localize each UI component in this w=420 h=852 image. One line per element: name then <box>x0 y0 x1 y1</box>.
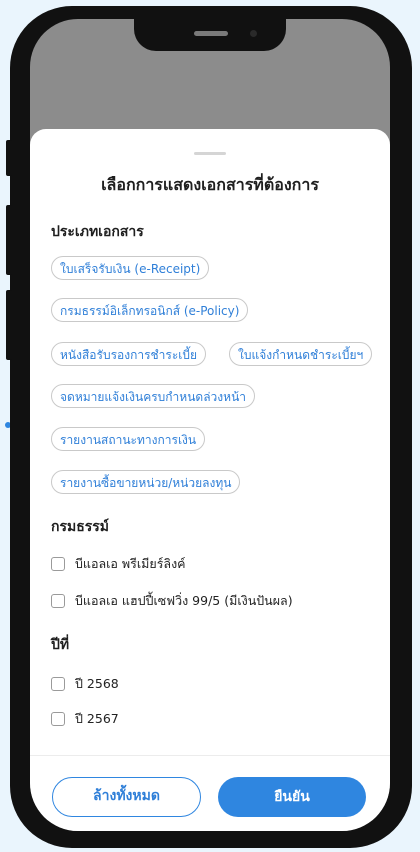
footer-divider <box>30 755 390 756</box>
camera-icon <box>250 30 257 37</box>
sheet-title: เลือกการแสดงเอกสารที่ต้องการ <box>101 175 319 194</box>
confirm-button[interactable]: ยืนยัน <box>218 777 366 817</box>
policy-label: บีแอลเอ แฮปปี้เซฟวิ่ง 99/5 (มีเงินปันผล) <box>75 593 293 608</box>
volume-down-button <box>6 290 12 360</box>
chip-maturity-notice[interactable]: จดหมายแจ้งเงินครบกำหนดล่วงหน้า <box>51 384 256 408</box>
chip-unit-trading-report[interactable]: รายงานซื้อขายหน่วย/หน่วยลงทุน <box>51 470 241 494</box>
filter-bottom-sheet: เลือกการแสดงเอกสารที่ต้องการ ประเภทเอกสา… <box>30 129 390 831</box>
chip-e-policy[interactable]: กรมธรรม์อิเล็กทรอนิกส์ (e-Policy) <box>51 298 249 322</box>
volume-up-button <box>6 205 12 275</box>
drag-handle[interactable] <box>194 152 226 155</box>
policy-label: บีแอลเอ พรีเมียร์ลิงค์ <box>75 556 186 571</box>
clear-all-button[interactable]: ล้างทั้งหมด <box>52 777 201 817</box>
policy-checkbox-premier-link[interactable]: บีแอลเอ พรีเมียร์ลิงค์ <box>51 554 186 574</box>
mute-switch <box>6 140 12 176</box>
checkbox[interactable] <box>51 712 65 726</box>
checkbox[interactable] <box>51 557 65 571</box>
chip-premium-certificate[interactable]: หนังสือรับรองการชำระเบี้ย <box>51 342 207 366</box>
year-label: ปี 2567 <box>75 711 119 726</box>
doc-type-section-title: ประเภทเอกสาร <box>51 224 144 240</box>
year-checkbox-2568[interactable]: ปี 2568 <box>51 674 119 694</box>
year-checkbox-2567[interactable]: ปี 2567 <box>51 709 119 729</box>
phone-screen: เลือกการแสดงเอกสารที่ต้องการ ประเภทเอกสา… <box>30 19 390 831</box>
notch <box>134 19 286 51</box>
checkbox[interactable] <box>51 677 65 691</box>
checkbox[interactable] <box>51 594 65 608</box>
speaker-grille <box>194 31 228 36</box>
chip-e-receipt[interactable]: ใบเสร็จรับเงิน (e-Receipt) <box>51 256 210 280</box>
chip-premium-due-notice[interactable]: ใบแจ้งกำหนดชำระเบี้ยฯ <box>229 342 373 366</box>
year-section-title: ปีที่ <box>51 637 70 653</box>
policy-section-title: กรมธรรม์ <box>51 519 110 535</box>
chip-financial-status-report[interactable]: รายงานสถานะทางการเงิน <box>51 427 206 451</box>
policy-checkbox-happy-saving[interactable]: บีแอลเอ แฮปปี้เซฟวิ่ง 99/5 (มีเงินปันผล) <box>51 591 293 611</box>
year-label: ปี 2568 <box>75 676 119 691</box>
